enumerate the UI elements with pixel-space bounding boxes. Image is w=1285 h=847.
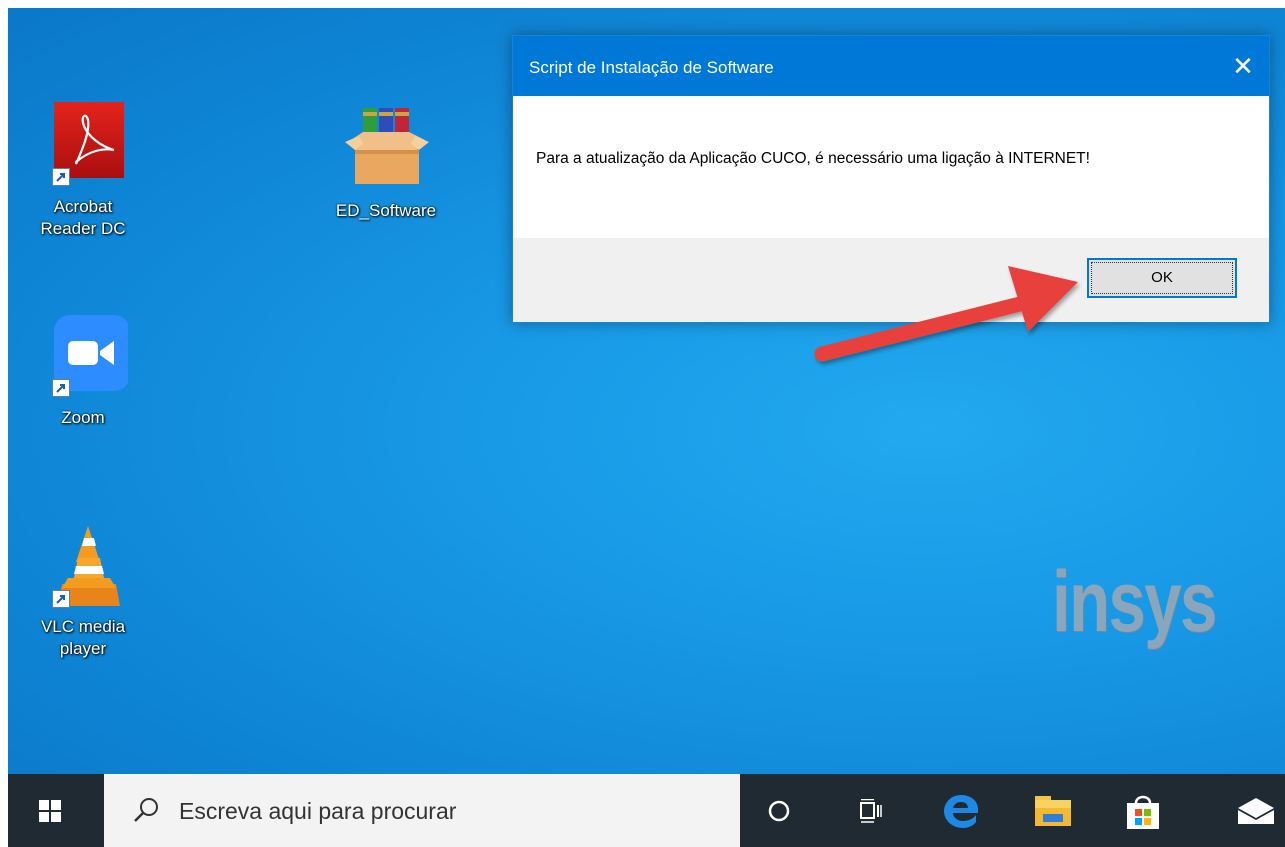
shortcut-arrow-icon [52,168,70,186]
file-explorer-icon [1035,795,1071,826]
shortcut-arrow-icon [52,590,70,608]
cortana-button[interactable] [744,774,814,847]
mail-icon [1238,797,1274,824]
windows-start-icon [39,800,61,822]
insys-watermark: insys [1052,554,1217,650]
search-glass-icon [134,798,158,822]
task-view-icon [860,798,882,823]
edge-icon [944,794,978,828]
task-view-button[interactable] [836,774,906,847]
dialog-titlebar[interactable]: Script de Instalação de Software ✕ [513,36,1269,96]
desktop-icon-label: VLC media player [40,617,126,658]
desktop-icon-acrobat[interactable]: Acrobat Reader DC [23,102,143,240]
close-icon[interactable]: ✕ [1217,36,1269,96]
dialog-title: Script de Instalação de Software [529,58,774,77]
zoom-icon [38,313,130,403]
desktop-icon-vlc[interactable]: VLC media player [23,522,143,660]
search-placeholder: Escreva aqui para procurar [179,798,457,824]
store-button[interactable] [1108,774,1178,847]
store-icon [1127,795,1159,829]
red-arrow-icon [814,266,1078,362]
acrobat-reader-icon [38,102,128,192]
edge-button[interactable] [926,774,996,847]
desktop-icon-label: Acrobat Reader DC [40,197,126,238]
vlc-cone-icon [38,522,128,612]
ok-button[interactable]: OK [1087,258,1237,298]
dialog-content: Para a atualização da Aplicação CUCO, é … [513,96,1269,238]
cortana-icon [768,800,790,821]
desktop-icon-label: ED_Software [335,201,437,220]
start-button[interactable] [8,774,94,847]
taskbar-search-box[interactable]: Escreva aqui para procurar [104,774,740,847]
desktop-icon-zoom[interactable]: Zoom [23,313,143,429]
archive-box-icon [341,106,431,196]
dialog-message: Para a atualização da Aplicação CUCO, é … [536,150,1090,167]
shortcut-arrow-icon [52,379,70,397]
mail-button[interactable] [1228,774,1285,847]
taskbar: Escreva aqui para procurar [8,774,1285,847]
desktop-icon-label: Zoom [61,408,105,427]
desktop-icon-ed-software[interactable]: ED_Software [326,106,446,222]
file-explorer-button[interactable] [1018,774,1088,847]
